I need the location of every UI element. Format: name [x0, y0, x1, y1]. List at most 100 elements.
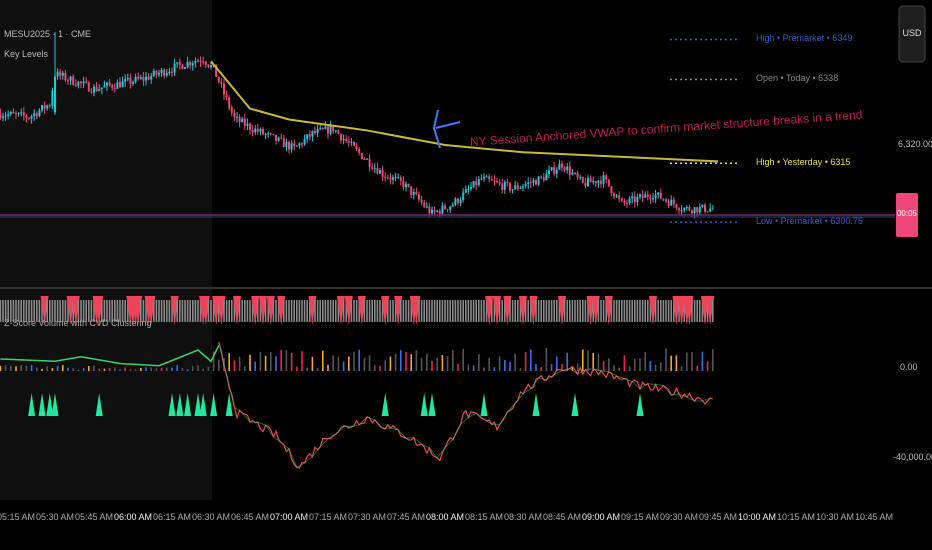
zscore-cell: [553, 300, 555, 322]
zscore-cell: [449, 300, 451, 322]
candle: [659, 192, 662, 199]
zscore-cell: [223, 300, 225, 322]
zscore-cell: [647, 300, 649, 322]
volume-bar: [202, 368, 204, 371]
candle: [74, 84, 77, 86]
candle: [514, 185, 517, 190]
candle: [368, 158, 371, 167]
zscore-cell: [342, 300, 345, 322]
volume-bar: [254, 361, 256, 371]
candle: [264, 134, 267, 136]
volume-bar: [457, 363, 459, 371]
candle: [59, 71, 62, 76]
zscore-cell: [654, 300, 657, 322]
zscore-cell: [387, 300, 389, 322]
candle: [366, 158, 368, 160]
zscore-cell: [275, 300, 277, 322]
volume-bar: [207, 366, 210, 371]
volume-bar: [462, 348, 464, 371]
x-tick-label: 09:45 AM: [699, 512, 737, 522]
candle: [392, 177, 394, 180]
candle: [316, 129, 319, 134]
indicator-title[interactable]: Z-Score Volume with CVD Clustering: [4, 318, 152, 328]
zscore-cell: [569, 300, 571, 322]
candle: [657, 192, 660, 195]
candle: [246, 123, 249, 126]
zscore-cell: [628, 300, 631, 322]
candle: [384, 176, 387, 178]
volume-bar: [176, 365, 178, 371]
volume-bar: [644, 352, 646, 371]
volume-bar: [56, 365, 59, 371]
candle: [584, 182, 587, 187]
candle: [483, 176, 485, 179]
zscore-cell: [509, 300, 511, 322]
candle: [350, 141, 353, 143]
price-tag-label: 00:05: [896, 209, 918, 218]
currency-label[interactable]: USD: [899, 28, 925, 38]
volume-bar: [545, 348, 548, 371]
zscore-cell: [623, 300, 626, 322]
candle: [103, 85, 106, 88]
volume-bar: [342, 361, 345, 371]
zscore-cell: [618, 300, 620, 322]
candle: [233, 112, 236, 118]
x-tick-label: 05:15 AM: [0, 512, 35, 522]
zscore-cell: [571, 300, 574, 322]
zscore-cell: [249, 300, 251, 322]
candle: [7, 114, 10, 116]
volume-bar: [535, 364, 537, 371]
signal-triangle: [428, 393, 436, 416]
volume-bar: [244, 366, 246, 371]
volume-bar: [691, 352, 693, 371]
candle: [644, 194, 647, 198]
volume-bar: [67, 367, 69, 371]
volume-bar: [25, 365, 28, 371]
volume-bar: [155, 367, 158, 371]
candle: [38, 110, 41, 117]
candle: [376, 167, 379, 174]
volume-bar: [88, 366, 90, 371]
zscore-cell: [319, 300, 321, 322]
candle: [360, 152, 363, 159]
candle: [108, 82, 111, 86]
volume-bar: [582, 349, 584, 371]
candle: [431, 209, 433, 214]
x-tick-label: 05:45 AM: [75, 512, 113, 522]
candle: [2, 116, 4, 119]
candle: [428, 206, 431, 214]
zscore-cell: [389, 300, 392, 322]
zscore-cell: [610, 300, 613, 322]
zscore-cell: [316, 300, 319, 322]
candle: [589, 178, 592, 183]
candle: [449, 206, 452, 210]
candle: [17, 112, 20, 114]
zscore-cell: [626, 300, 628, 322]
volume-bar: [446, 356, 449, 371]
zscore-cell: [454, 300, 457, 322]
time-axis[interactable]: 05:15 AM 05:30 AM 05:45 AM 06:00 AM 06:15 AM…: [0, 512, 893, 522]
zscore-cell: [407, 300, 410, 322]
zscore-cell: [478, 300, 480, 322]
candle: [407, 183, 410, 187]
indicator-key-levels[interactable]: Key Levels: [4, 44, 91, 64]
zscore-cell: [283, 300, 285, 322]
volume-bar: [233, 360, 236, 371]
zscore-cell: [548, 300, 550, 322]
zscore-cell: [392, 300, 394, 322]
candle: [15, 113, 17, 115]
candle: [56, 71, 59, 77]
candle: [410, 186, 413, 195]
key-level-label: High • Yesterday • 6315: [756, 157, 851, 168]
candle: [626, 202, 628, 204]
candle: [600, 180, 602, 184]
zscore-cell: [160, 300, 163, 322]
candle: [301, 143, 303, 145]
candle: [121, 81, 124, 88]
candle: [85, 81, 88, 83]
x-tick-label: 10:00 AM: [738, 512, 776, 522]
zscore-cell: [641, 300, 644, 322]
candle: [701, 204, 704, 208]
volume-bar: [493, 367, 496, 371]
symbol-title[interactable]: MESU2025 · 1 · CME: [4, 24, 91, 44]
